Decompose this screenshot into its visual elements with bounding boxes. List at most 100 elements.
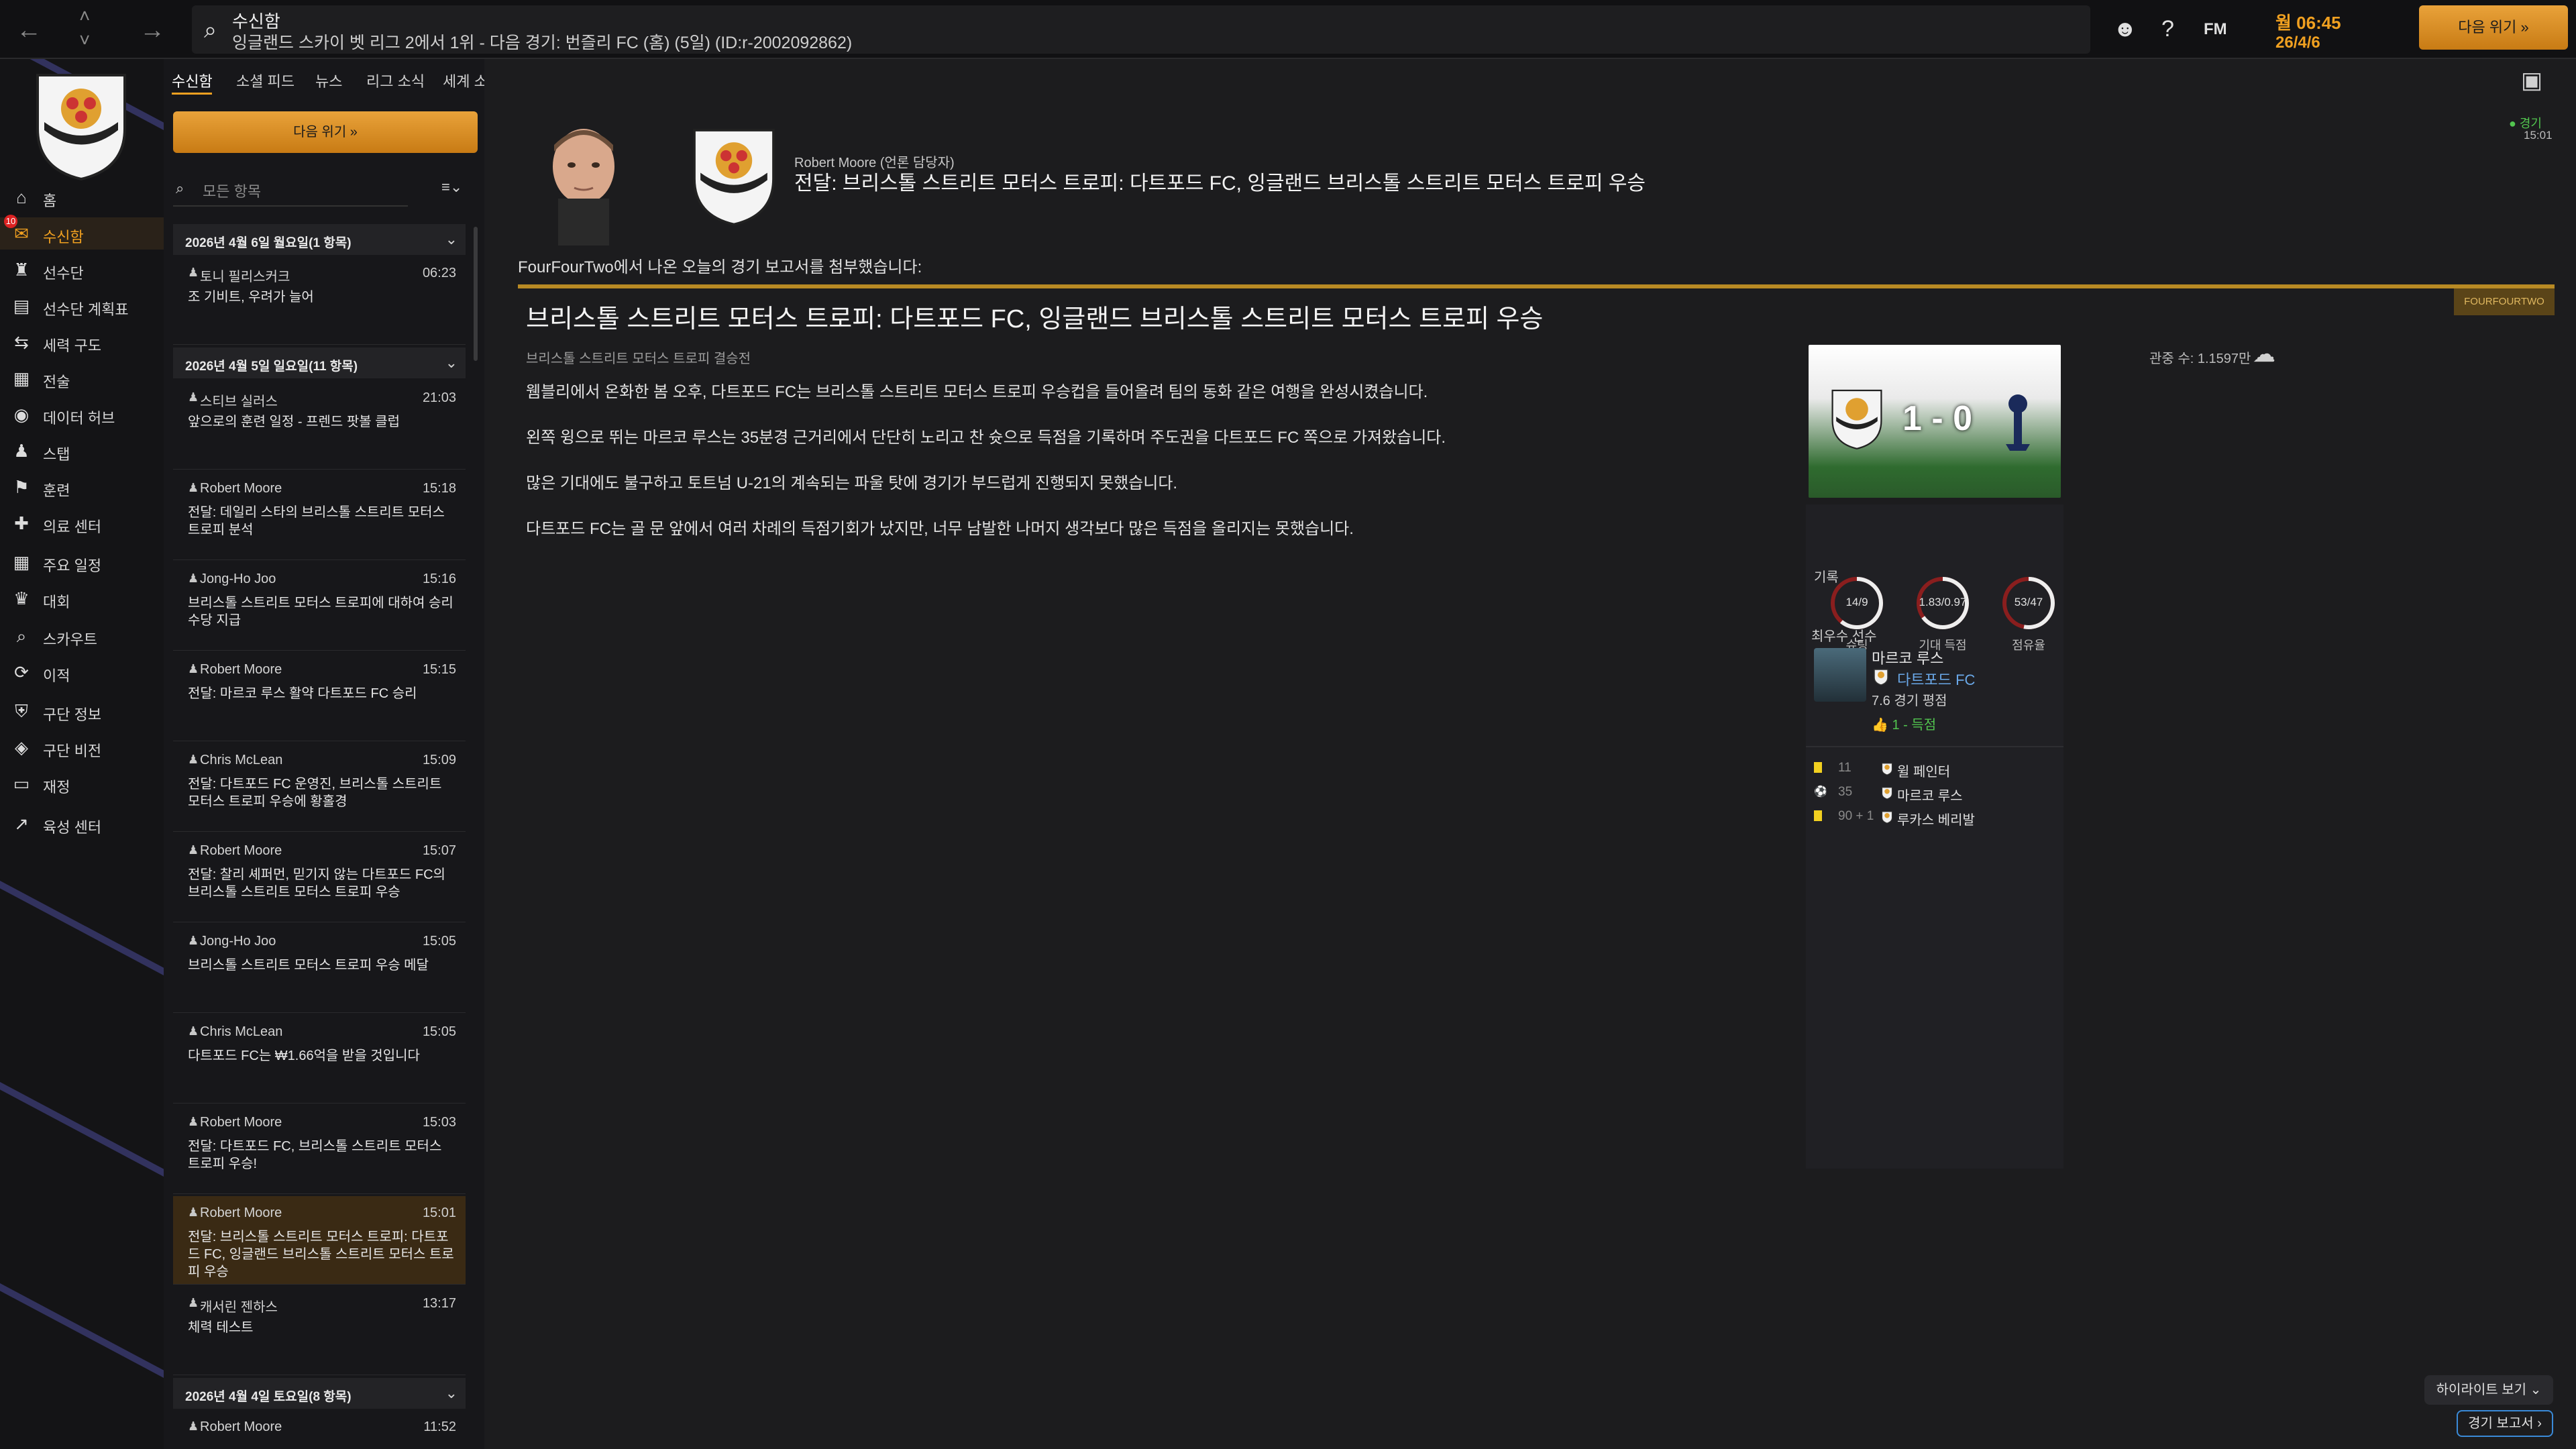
stat-label: 점유율 (2012, 639, 2045, 652)
search-bar[interactable]: ⌕ 수신함 잉글랜드 스카이 벳 리그 2에서 1위 - 다음 경기: 번즐리 … (192, 5, 2090, 54)
message-item[interactable]: ♟ Robert Moore 15:15 전달: 마르코 루스 활약 다트포드 FC … (173, 653, 466, 741)
sidebar-item[interactable]: ▦ 주요 일정 (0, 546, 164, 578)
message-item[interactable]: ♟ Chris McLean 15:05 다트포드 FC는 ₩1.66억을 받을 것입… (173, 1015, 466, 1104)
sidebar-item[interactable]: ⌕ 스카우트 (0, 620, 164, 652)
tab-news[interactable]: 뉴스 (315, 70, 342, 91)
player-goals: 👍 1 - 득점 (1872, 714, 1936, 733)
message-item[interactable]: ♟ Robert Moore 15:03 전달: 다트포드 FC, 브리스톨 스트리트… (173, 1106, 466, 1194)
message-sender: 스티브 실러스 (200, 394, 278, 409)
message-time: 15:01 (422, 1205, 456, 1220)
message-subject: 조 기비트, 우려가 늘어 (188, 290, 314, 305)
message-item[interactable]: ♟ Robert Moore 11:52 (173, 1410, 466, 1449)
match-event[interactable]: 90 + 1 루카스 베리발 (1814, 806, 2055, 829)
club-badge-icon[interactable] (31, 68, 131, 182)
sidebar-item[interactable]: ⇆ 세력 구도 (0, 326, 164, 358)
chevron-down-icon[interactable]: ⌄ (445, 231, 458, 248)
attendance: 관중 수: 1.1597만 (2149, 352, 2251, 366)
match-report-button[interactable]: 경기 보고서 › (2457, 1410, 2553, 1437)
sidebar-item[interactable]: ▭ 재정 (0, 767, 164, 800)
list-scrollbar[interactable] (474, 227, 478, 361)
fm-menu-button[interactable]: FM (2204, 20, 2227, 39)
message-subject: 전달: 마르코 루스 활약 다트포드 FC 승리 (188, 686, 417, 701)
fullscreen-icon[interactable]: ▣ (2521, 67, 2542, 94)
sidebar-item[interactable]: ⟳ 이적 (0, 656, 164, 688)
sidebar-item[interactable]: ⚑ 훈련 (0, 471, 164, 503)
sidebar-item[interactable]: ▦ 전술 (0, 362, 164, 394)
sidebar-item-label: 구단 정보 (43, 706, 102, 723)
highlights-button[interactable]: 하이라이트 보기 ⌄ (2424, 1375, 2553, 1405)
help-icon[interactable]: ? (2161, 16, 2174, 42)
manager-icon[interactable]: ☻ (2113, 16, 2137, 42)
message-item[interactable]: ♟ Jong-Ho Joo 15:16 브리스톨 스트리트 모터스 트로피에 대하여 … (173, 562, 466, 651)
sidebar: ⌂ 홈 ✉ 10 수신함 ♜ 선수단 ▤ 선수단 계획표 ⇆ 세력 구도 ▦ 전술 ◉ 데이터 허브 ♟ 스탭 ⚑… (0, 59, 164, 1449)
list-continue-button[interactable]: 다음 위기 » (173, 111, 478, 153)
sidebar-item[interactable]: ▤ 선수단 계획표 (0, 290, 164, 322)
person-icon: ♟ (188, 1296, 199, 1309)
tab-league-news[interactable]: 리그 소식 (366, 70, 425, 91)
message-item[interactable]: ♟ Robert Moore 15:18 전달: 데일리 스타의 브리스톨 스트리트 … (173, 472, 466, 560)
sidebar-item[interactable]: ⌂ 홈 (0, 181, 164, 213)
date-group-header[interactable]: 2026년 4월 6일 월요일(1 항목) ⌄ (173, 224, 466, 255)
clipboard-icon: ▤ (13, 296, 30, 316)
sidebar-item[interactable]: ✚ 의료 센터 (0, 507, 164, 539)
forward-arrow-icon[interactable]: → (140, 16, 165, 45)
sidebar-item[interactable]: ⛨ 구단 정보 (0, 695, 164, 727)
sidebar-item[interactable]: ♟ 스탭 (0, 435, 164, 467)
message-item[interactable]: ♟ 토니 필리스커크 06:23 조 기비트, 우려가 늘어 (173, 256, 466, 345)
sidebar-item-label: 스탭 (43, 446, 70, 463)
message-intro: FourFourTwo에서 나온 오늘의 경기 보고서를 첨부했습니다: (518, 258, 922, 276)
match-event[interactable]: 11 윌 페인터 (1814, 758, 2055, 781)
stat-value: 1.83/0.97 (1919, 596, 1967, 608)
message-item[interactable]: ♟ Robert Moore 15:07 전달: 찰리 셰퍼먼, 믿기지 않는 다트포… (173, 834, 466, 922)
sidebar-item[interactable]: ◉ 데이터 허브 (0, 398, 164, 431)
message-time: 06:23 (422, 266, 456, 280)
date-group-header[interactable]: 2026년 4월 4일 토요일(8 항목) ⌄ (173, 1378, 466, 1409)
date-display[interactable]: 월 06:45 26/4/6 (2262, 7, 2396, 52)
down-arrow-icon[interactable]: ˅ (79, 30, 90, 51)
match-score-card[interactable]: 1 - 0 (1809, 345, 2061, 498)
date-group-header[interactable]: 2026년 4월 5일 일요일(11 항목) ⌄ (173, 347, 466, 378)
message-list-panel: 수신함 소셜 피드 뉴스 리그 소식 세계 소식 다음 위기 » ⌕ 모든 항목… (164, 59, 501, 1449)
club-crest-icon (1881, 811, 1893, 824)
message-item[interactable]: ♟ 캐서린 젠하스 13:17 체력 테스트 (173, 1287, 466, 1375)
player-club-link[interactable]: 다트포드 FC (1897, 668, 1975, 690)
continue-button[interactable]: 다음 위기 » (2419, 5, 2568, 50)
page-subtitle: 잉글랜드 스카이 벳 리그 2에서 1위 - 다음 경기: 번즐리 FC (홈)… (232, 34, 853, 52)
article-paragraph: 웸블리에서 온화한 봄 오후, 다트포드 FC는 브리스톨 스트리트 모터스 트… (526, 383, 1428, 401)
date-group-title: 2026년 4월 6일 월요일(1 항목) (185, 236, 352, 250)
tab-inbox[interactable]: 수신함 (172, 70, 213, 91)
message-item[interactable]: ♟ Chris McLean 15:09 전달: 다트포드 FC 운영진, 브리스톨 … (173, 743, 466, 832)
article-paragraph: 많은 기대에도 불구하고 토트넘 U-21의 계속되는 파울 탓에 경기가 부드… (526, 474, 1178, 492)
filter-input[interactable]: ⌕ 모든 항목 (173, 169, 408, 207)
sidebar-item[interactable]: ↗ 육성 센터 (0, 808, 164, 840)
sidebar-item-label: 세력 구도 (43, 337, 102, 354)
sidebar-item-label: 주요 일정 (43, 557, 102, 574)
chevron-down-icon[interactable]: ⌄ (445, 354, 458, 372)
transfer-icon: ⟳ (14, 662, 29, 682)
sidebar-item[interactable]: ♜ 선수단 (0, 254, 164, 286)
training-icon: ⚑ (13, 477, 30, 497)
up-arrow-icon[interactable]: ˄ (79, 5, 90, 27)
message-time: 15:18 (422, 481, 456, 496)
sidebar-item[interactable]: ◈ 구단 비전 (0, 731, 164, 763)
match-event[interactable]: ⚽ 35 마르코 루스 (1814, 782, 2055, 805)
top-bar: ← ˄ ˅ → ⌕ 수신함 잉글랜드 스카이 벳 리그 2에서 1위 - 다음 … (0, 0, 2576, 59)
message-item[interactable]: ♟ 스티브 실러스 21:03 앞으로의 훈련 일정 - 프렌드 팟볼 클럽 (173, 381, 466, 470)
back-arrow-icon[interactable]: ← (16, 16, 42, 45)
tactics-icon: ▦ (13, 368, 30, 388)
filter-menu-icon[interactable]: ≡⌄ (441, 178, 462, 196)
person-icon: ♟ (188, 1205, 199, 1219)
message-item[interactable]: ♟ Robert Moore 15:01 전달: 브리스톨 스트리트 모터스 트로피:… (173, 1196, 466, 1285)
person-icon: ♟ (188, 481, 199, 494)
sidebar-item-label: 이적 (43, 667, 70, 684)
tab-social-feed[interactable]: 소셜 피드 (236, 70, 294, 91)
person-icon: ♟ (188, 266, 199, 279)
chevron-down-icon[interactable]: ⌄ (445, 1385, 458, 1402)
club-crest-icon (1881, 787, 1893, 800)
player-name[interactable]: 마르코 루스 (1872, 647, 1943, 668)
sidebar-item[interactable]: ✉ 10 수신함 (0, 215, 164, 250)
divider (1806, 746, 2063, 747)
sidebar-item[interactable]: ♛ 대회 (0, 582, 164, 614)
message-item[interactable]: ♟ Jong-Ho Joo 15:05 브리스톨 스트리트 모터스 트로피 우승 메달 (173, 924, 466, 1013)
search-icon[interactable]: ⌕ (204, 17, 217, 44)
